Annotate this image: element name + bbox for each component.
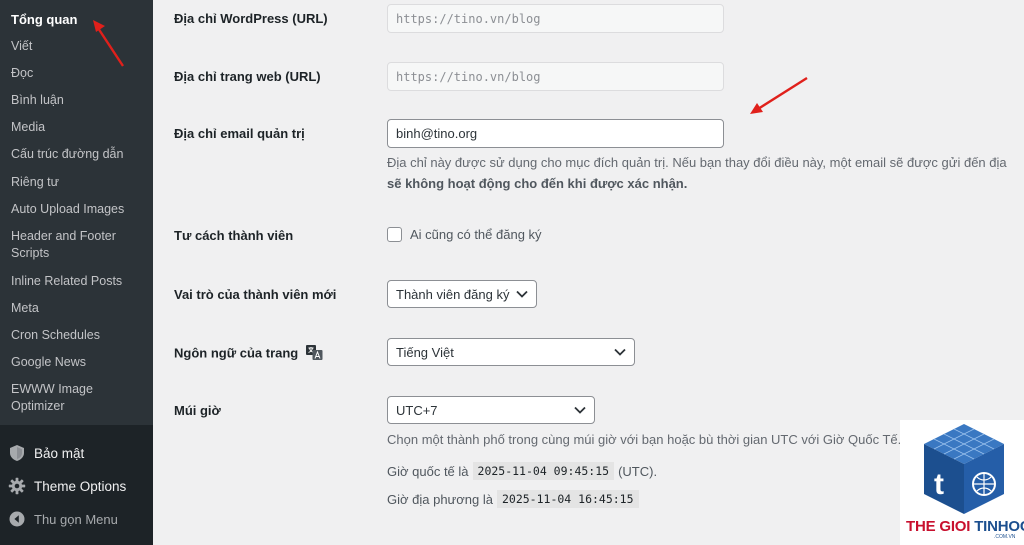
watermark-logo: t THE GIOI TINHOC .COM.VN (900, 420, 1024, 545)
svg-text:t: t (934, 468, 944, 501)
annotation-arrow-icon (750, 76, 808, 114)
local-time-prefix: Giờ địa phương là (387, 491, 493, 507)
local-time-value: 2025-11-04 16:45:15 (496, 490, 639, 508)
watermark-brand-blue: TINHOC (974, 518, 1024, 535)
menu-item-security[interactable]: Bảo mật (0, 437, 153, 469)
admin-main-menu: Bảo mật Theme Options Thu gọn Menu (0, 425, 153, 545)
membership-checkbox-label[interactable]: Ai cũng có thể đăng ký (410, 227, 542, 242)
site-url-label: Địa chỉ trang web (URL) (174, 69, 321, 84)
site-language-label-text: Ngôn ngữ của trang (174, 345, 299, 361)
collapse-icon (0, 511, 34, 527)
menu-item-label: Theme Options (34, 478, 127, 494)
chevron-down-icon (614, 346, 626, 358)
submenu-item-permalinks[interactable]: Cấu trúc đường dẫn (11, 146, 146, 163)
submenu-item-ewww-image-optimizer[interactable]: EWWW Image Optimizer (11, 381, 146, 415)
admin-email-desc-line2: sẽ không hoạt động cho đến khi được xác … (387, 176, 688, 191)
gear-icon (0, 477, 34, 495)
membership-checkbox[interactable] (387, 227, 402, 242)
default-role-label: Vai trò của thành viên mới (174, 287, 337, 302)
site-language-select[interactable]: Tiếng Việt (387, 338, 635, 366)
membership-label: Tư cách thành viên (174, 228, 294, 243)
settings-submenu: Tổng quan Viết Đọc Bình luận Media Cấu t… (0, 0, 153, 425)
local-time-row: Giờ địa phương là 2025-11-04 16:45:15 (387, 490, 643, 508)
chevron-down-icon (516, 288, 528, 300)
utc-time-row: Giờ quốc tế là 2025-11-04 09:45:15 (UTC)… (387, 462, 657, 480)
annotation-arrow-icon (93, 20, 125, 67)
admin-email-description: Địa chỉ này được sử dụng cho mục đích qu… (387, 152, 1024, 194)
cube-logo-icon: t (924, 424, 1004, 514)
admin-sidebar: Tổng quan Viết Đọc Bình luận Media Cấu t… (0, 0, 153, 545)
default-role-select[interactable]: Thành viên đăng ký (387, 280, 537, 308)
submenu-item-google-news[interactable]: Google News (11, 354, 146, 371)
site-language-value: Tiếng Việt (396, 344, 454, 360)
wp-url-value: https://tino.vn/blog (396, 11, 541, 26)
submenu-item-auto-upload-images[interactable]: Auto Upload Images (11, 201, 146, 218)
collapse-menu-button[interactable]: Thu gọn Menu (0, 503, 153, 535)
submenu-item-discussion[interactable]: Bình luận (11, 92, 146, 109)
wp-url-input[interactable]: https://tino.vn/blog (387, 4, 724, 33)
submenu-item-privacy[interactable]: Riêng tư (11, 174, 146, 191)
admin-email-input[interactable]: binh@tino.org (387, 119, 724, 148)
admin-email-desc-line1: Địa chỉ này được sử dụng cho mục đích qu… (387, 155, 1007, 170)
translation-icon (305, 345, 323, 363)
menu-item-label: Bảo mật (34, 445, 85, 461)
menu-item-label: Thu gọn Menu (34, 511, 118, 527)
submenu-item-meta[interactable]: Meta (11, 300, 146, 317)
chevron-down-icon (574, 404, 586, 416)
submenu-item-header-footer-scripts[interactable]: Header and Footer Scripts (11, 228, 146, 262)
utc-time-value: 2025-11-04 09:45:15 (472, 462, 615, 480)
watermark-brand: THE GIOI TINHOC (906, 518, 1024, 535)
membership-option: Ai cũng có thể đăng ký (387, 227, 542, 242)
admin-email-value: binh@tino.org (396, 126, 478, 141)
site-language-label: Ngôn ngữ của trang (174, 345, 323, 363)
timezone-select[interactable]: UTC+7 (387, 396, 595, 424)
site-url-input[interactable]: https://tino.vn/blog (387, 62, 724, 91)
wp-url-label: Địa chỉ WordPress (URL) (174, 11, 328, 26)
default-role-value: Thành viên đăng ký (396, 286, 510, 302)
admin-email-label: Địa chỉ email quản trị (174, 126, 305, 141)
watermark-sub: .COM.VN (994, 534, 1016, 540)
site-url-value: https://tino.vn/blog (396, 69, 541, 84)
submenu-item-cron-schedules[interactable]: Cron Schedules (11, 327, 146, 344)
submenu-item-inline-related-posts[interactable]: Inline Related Posts (11, 273, 146, 290)
timezone-value: UTC+7 (396, 402, 438, 418)
timezone-label: Múi giờ (174, 403, 221, 418)
utc-time-suffix: (UTC). (618, 463, 658, 479)
utc-time-prefix: Giờ quốc tế là (387, 463, 469, 479)
submenu-item-media[interactable]: Media (11, 119, 146, 136)
watermark-brand-red: THE GIOI (906, 518, 975, 535)
shield-icon (0, 444, 34, 462)
timezone-description: Chọn một thành phố trong cùng múi giờ vớ… (387, 432, 902, 447)
settings-content: Địa chỉ WordPress (URL) https://tino.vn/… (153, 0, 1024, 545)
menu-item-theme-options[interactable]: Theme Options (0, 470, 153, 502)
